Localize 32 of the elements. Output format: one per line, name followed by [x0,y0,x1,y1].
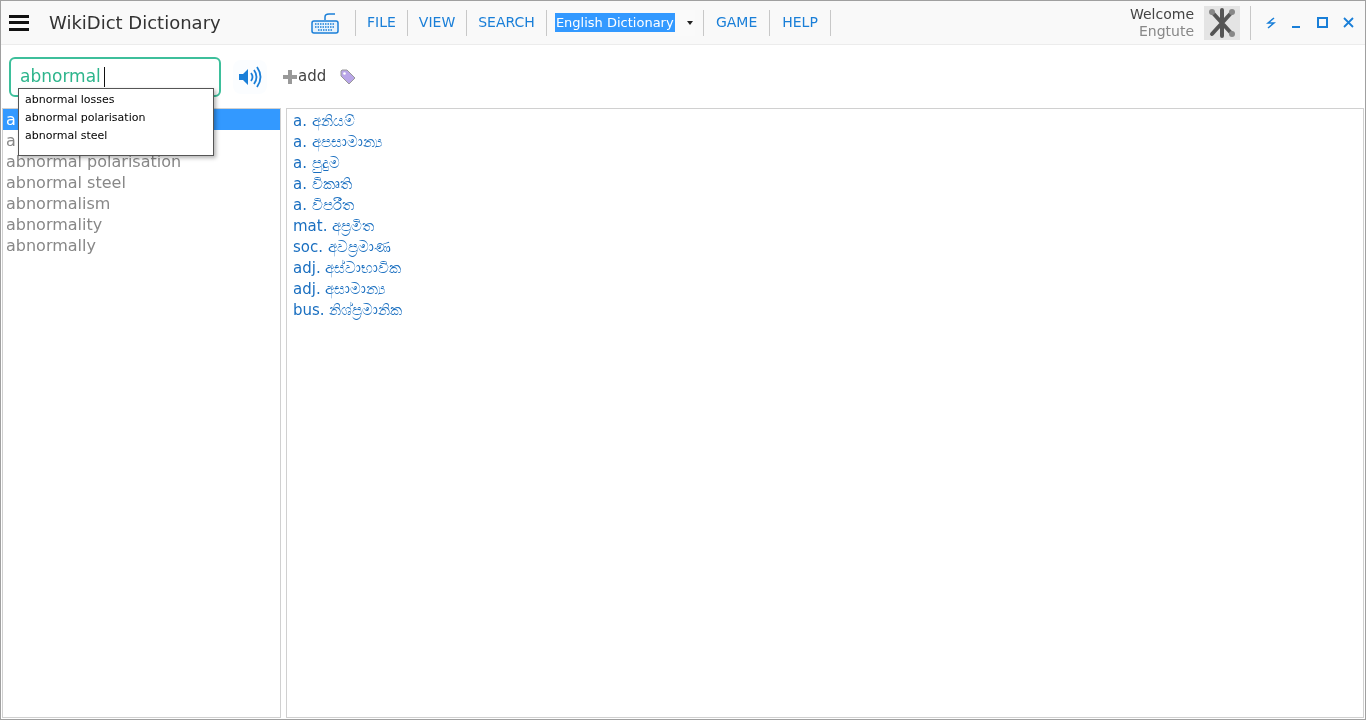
dropdown-caret-icon [686,20,693,25]
word-list-item[interactable]: abnormally [3,235,280,256]
definition-line: a. අපසාමාන්‍ය [293,132,383,153]
suggestion-item[interactable]: abnormal polarisation [19,109,213,127]
app-title: WikiDict Dictionary [49,11,222,35]
definition-line: soc. අවප්‍රමාණ [293,237,392,258]
word-list-item[interactable]: abnormal steel [3,172,280,193]
menu-item[interactable]: GAME [703,12,770,33]
word-list-item[interactable]: abnormalism [3,193,280,214]
menu-item[interactable]: HELP [770,12,830,33]
add-button[interactable]: add [283,65,327,88]
plus-icon [283,69,297,84]
definition-line: mat. අප්‍රමිත [293,216,376,237]
definition-line: a. අනියම් [293,111,356,132]
definition-line: a. විපරීත [293,195,355,216]
suggestion-item[interactable]: abnormal steel [19,127,213,145]
definition-line: a. පුදුම [293,153,341,174]
definition-line: bus. නිශ්ප්‍රමානික [293,300,404,321]
tag-icon[interactable] [340,68,357,85]
definition-line: adj. අසාමාන්‍ය [293,279,387,300]
menu-icon[interactable] [9,12,29,33]
avatar-icon [1204,5,1240,40]
welcome-text: Welcome [1129,5,1194,23]
speaker-icon[interactable] [233,59,267,94]
keyboard-icon[interactable] [311,11,339,34]
user-name: Engtute [1138,22,1194,40]
definition-line: a. විකෘති [293,174,353,195]
definition-line: adj. අස්වාභාවික [293,258,403,279]
menu-item[interactable]: SEARCH [467,12,546,33]
menu-item[interactable]: VIEW [407,12,467,33]
menu-item[interactable]: FILE [356,12,407,33]
word-list-item[interactable]: abnormality [3,214,280,235]
